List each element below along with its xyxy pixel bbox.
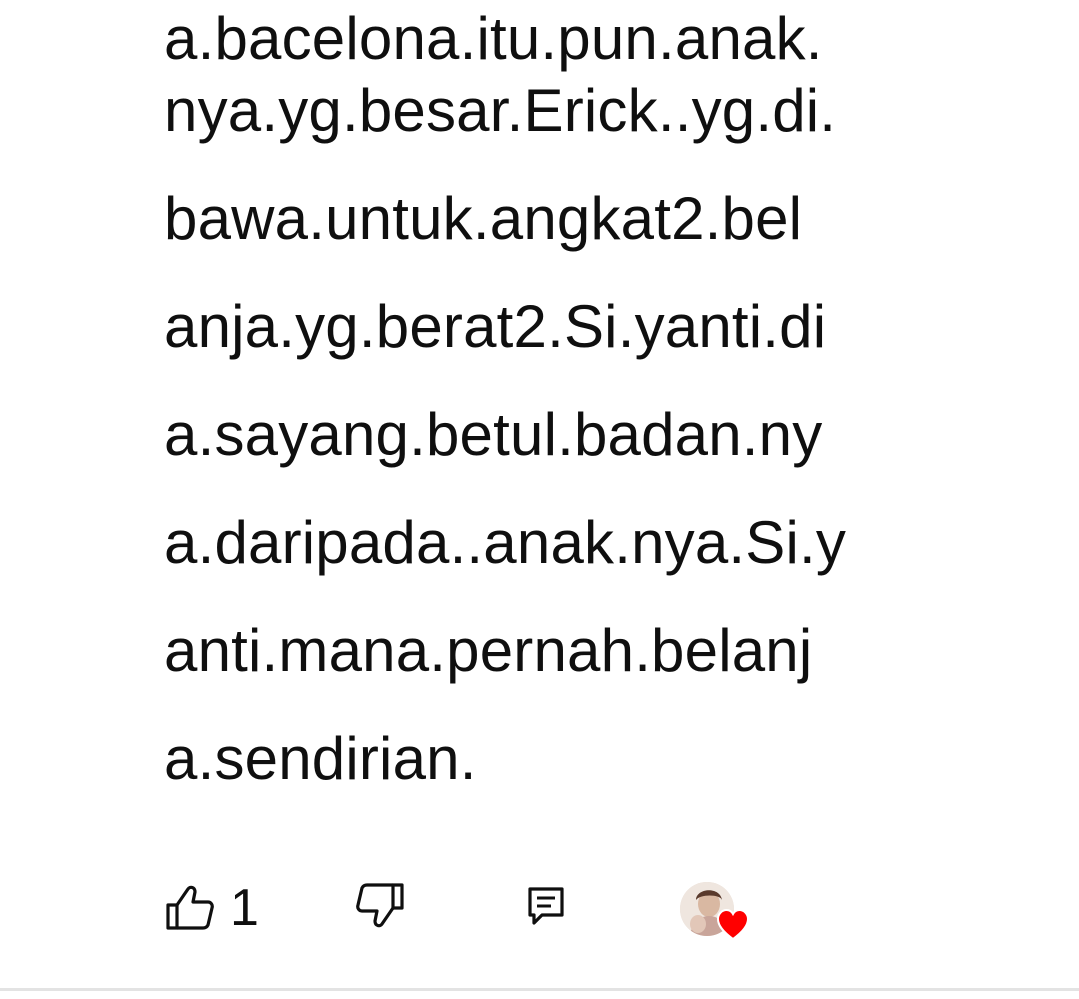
thumb-up-icon — [166, 885, 214, 930]
comment-body: a.bacelona.itu.pun.anak. nya.yg.besar.Er… — [164, 0, 1064, 828]
thumb-down-icon — [356, 883, 404, 928]
comment-line: a.daripada..anak.nya.Si.y — [164, 509, 847, 576]
comment-divider — [0, 988, 1079, 991]
comment-line: anti.mana.pernah.belanj — [164, 617, 813, 684]
comment-line: a.bacelona.itu.pun.anak. — [164, 5, 823, 72]
like-count: 1 — [230, 879, 259, 937]
comment-line: a.sayang.betul.badan.ny — [164, 401, 823, 468]
dislike-button[interactable] — [350, 880, 410, 932]
creator-heart-badge[interactable] — [680, 882, 752, 946]
comment-line: a.sendirian. — [164, 725, 477, 792]
comment-reply-icon — [528, 887, 564, 925]
like-button[interactable] — [160, 882, 220, 934]
comment-line: bawa.untuk.angkat2.bel — [164, 185, 803, 252]
heart-icon — [716, 908, 750, 941]
comment-action-bar: 1 — [0, 868, 1079, 948]
reply-button[interactable] — [520, 880, 572, 932]
comment-line: nya.yg.besar.Erick..yg.di. — [164, 77, 837, 144]
comment-line: anja.yg.berat2.Si.yanti.di — [164, 293, 827, 360]
